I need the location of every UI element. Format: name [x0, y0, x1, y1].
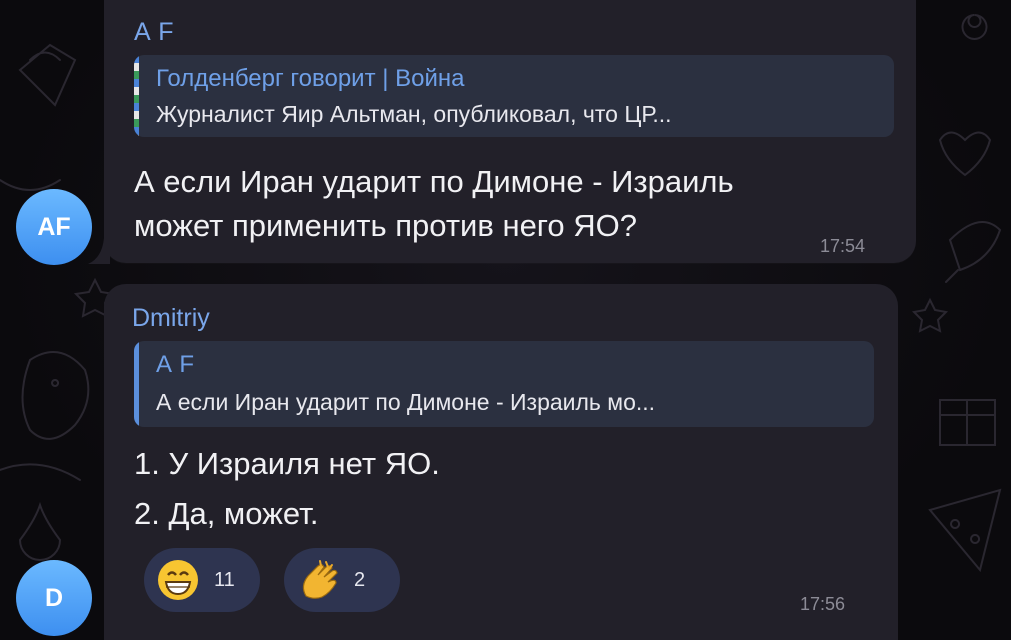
quote-title: Голденберг говорит | Война [156, 65, 465, 92]
message-line: может применить против него ЯО? [134, 208, 638, 243]
avatar[interactable]: D [16, 560, 92, 636]
avatar[interactable]: AF [16, 189, 92, 265]
reaction-grinning[interactable]: 11 [144, 548, 260, 612]
quote-accent-bar [134, 55, 139, 137]
reaction-count: 2 [354, 568, 366, 591]
clapping-hands-icon [302, 560, 338, 599]
sender-name[interactable]: Dmitriy [132, 304, 210, 333]
doodle-dino [21, 351, 90, 440]
message-bubble[interactable]: Dmitriy A F А если Иран ударит по Димоне… [104, 284, 898, 640]
bubble-tail [88, 238, 110, 264]
doodle-spiral [961, 14, 988, 40]
doodle-rocket [945, 221, 1002, 283]
doodle-drop [19, 501, 62, 561]
grinning-face-icon [158, 560, 198, 600]
doodle-icecream [18, 43, 77, 107]
message-time: 17:54 [820, 236, 866, 256]
quote-text: А если Иран ударит по Димоне - Израиль м… [156, 389, 656, 415]
quote-title: A F [156, 351, 196, 378]
quote-accent-bar [134, 341, 139, 427]
message-line: А если Иран ударит по Димоне - Израиль [134, 164, 734, 199]
message-bubble[interactable]: A F Голденберг говорит | Война Журналист… [104, 0, 916, 263]
doodle-gift [939, 399, 996, 446]
message-time: 17:56 [800, 594, 846, 614]
doodle-pizza [928, 488, 1002, 573]
sender-name[interactable]: A F [134, 18, 175, 47]
message-line: 1. У Израиля нет ЯО. [134, 446, 440, 481]
reaction-count: 11 [214, 568, 235, 591]
reply-quote[interactable]: A F А если Иран ударит по Димоне - Израи… [134, 341, 874, 427]
doodle-star-right [911, 297, 949, 333]
reply-quote[interactable]: Голденберг говорит | Война Журналист Яир… [134, 55, 894, 137]
reaction-clap[interactable]: 2 [284, 548, 400, 612]
chat-view: A F Голденберг говорит | Война Журналист… [0, 0, 1011, 640]
message-line: 2. Да, может. [134, 496, 319, 531]
doodle-heart [939, 131, 992, 177]
quote-text: Журналист Яир Альтман, опубликовал, что … [156, 101, 672, 127]
